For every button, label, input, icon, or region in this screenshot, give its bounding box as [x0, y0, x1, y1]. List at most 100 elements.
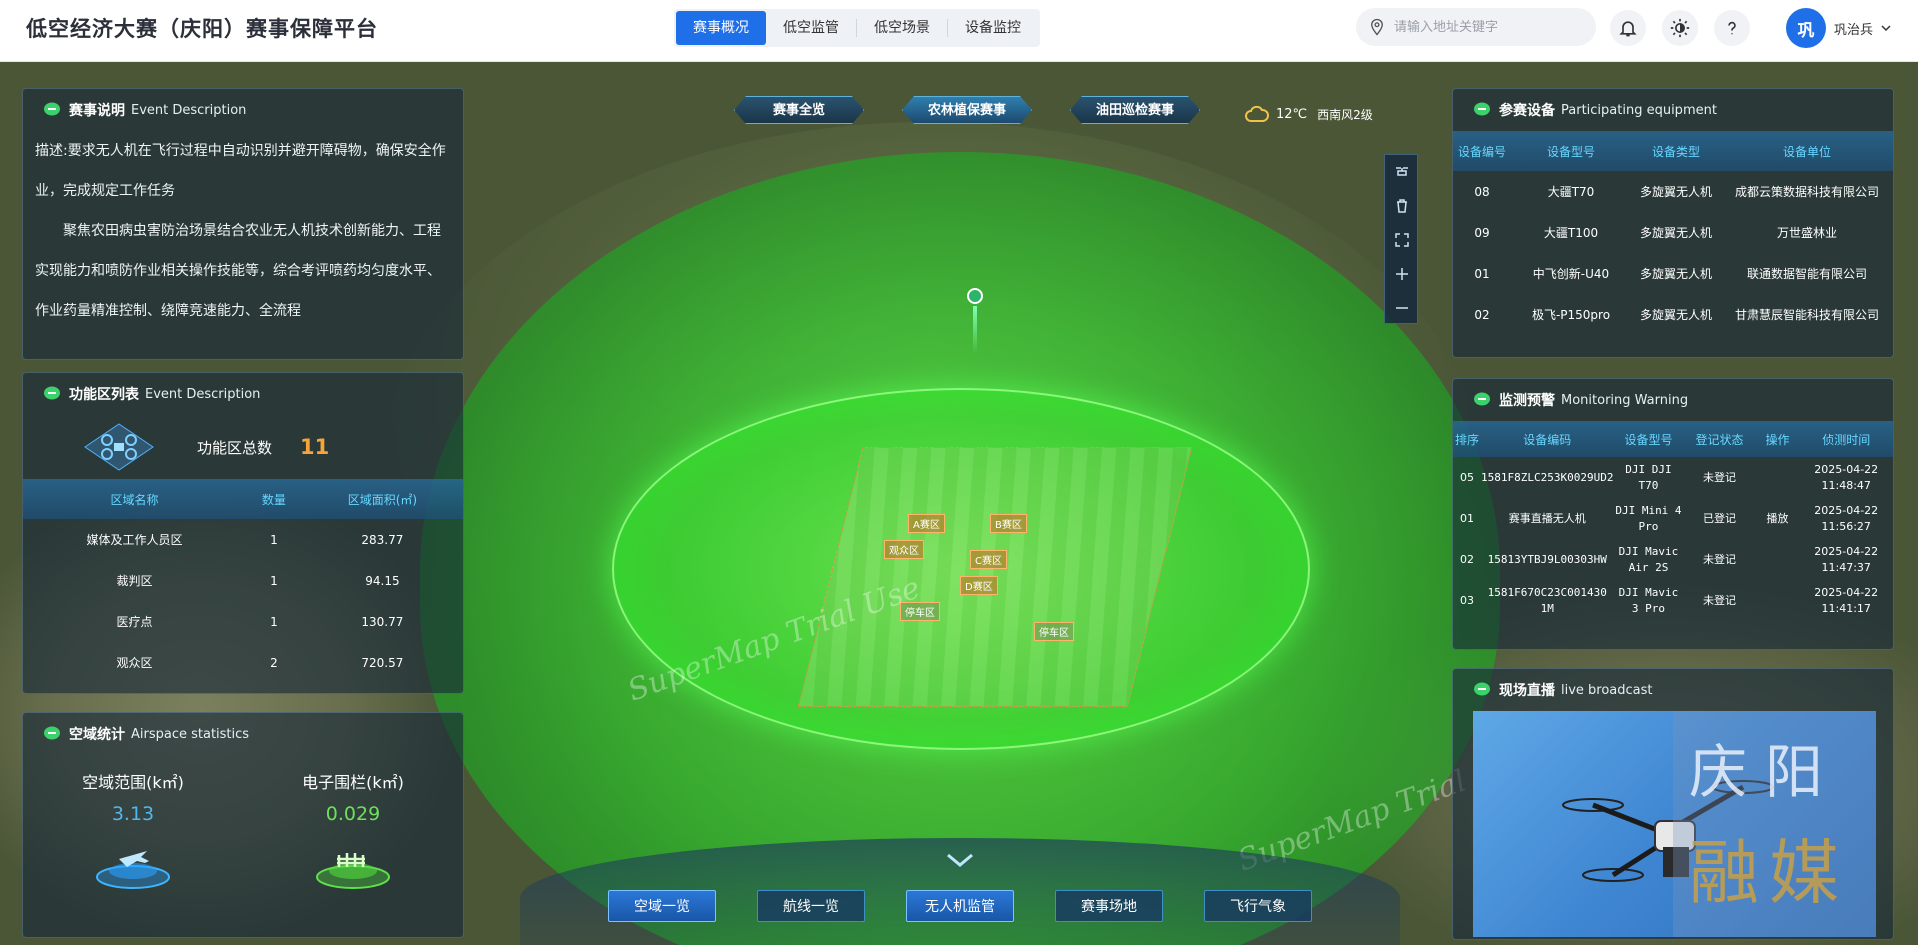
- table-row[interactable]: 01 赛事直播无人机 DJI Mini 4 Pro 已登记 播放 2025-04-22 1…: [1453, 498, 1893, 539]
- table-row[interactable]: 观众区 2 720.57: [23, 642, 463, 683]
- table-row[interactable]: 02 极飞-P150pro 多旋翼无人机 甘肃慧辰智能科技有限公司: [1453, 294, 1893, 335]
- map-toolbar: [1384, 154, 1418, 324]
- zone-label[interactable]: A赛区: [908, 514, 945, 533]
- column-header[interactable]: 区域面积(㎡): [301, 479, 463, 519]
- drone-tool-button[interactable]: [1385, 155, 1419, 189]
- column-header[interactable]: 侦测时间: [1799, 421, 1893, 457]
- fence-icon: [316, 853, 390, 889]
- electronic-fence-value: 0.029: [325, 803, 381, 825]
- electronic-fence-label: 电子围栏(k㎡): [302, 773, 404, 792]
- avatar: 巩: [1786, 8, 1826, 48]
- theme-icon: [1670, 18, 1690, 38]
- weather-info: 12℃ 西南风2级: [1244, 104, 1373, 124]
- function-zone-table: 区域名称 数量 区域面积(㎡) 媒体及工作人员区 1 283.77 裁判区 1 94.1…: [23, 479, 463, 683]
- signal-icon: [967, 288, 983, 304]
- panel-subtitle: Airspace statistics: [131, 726, 250, 742]
- fullscreen-icon: [1395, 233, 1409, 247]
- route-overview-button[interactable]: 航线一览: [757, 890, 865, 922]
- nav-tab-device[interactable]: 设备监控: [948, 11, 1038, 45]
- column-header[interactable]: 区域名称: [23, 479, 247, 519]
- live-video-player[interactable]: 庆阳 融媒: [1473, 711, 1876, 937]
- help-button[interactable]: [1714, 10, 1750, 46]
- scene-tab-oilfield[interactable]: 油田巡检赛事: [1070, 96, 1200, 124]
- notification-button[interactable]: [1610, 10, 1646, 46]
- fullscreen-tool-button[interactable]: [1385, 223, 1419, 257]
- top-header: 低空经济大赛（庆阳）赛事保障平台 赛事概况 低空监管 低空场景 设备监控 巩 巩…: [0, 0, 1918, 62]
- event-venue-button[interactable]: 赛事场地: [1055, 890, 1163, 922]
- event-description-panel: 赛事说明 Event Description 描述:要求无人机在飞行过程中自动识…: [22, 88, 464, 360]
- help-icon: [1728, 21, 1736, 35]
- column-header[interactable]: 设备编码: [1481, 421, 1614, 457]
- airspace-range-value: 3.13: [111, 803, 155, 825]
- bell-icon: [1619, 21, 1637, 37]
- function-zone-total: 11: [300, 435, 330, 459]
- description-paragraph: 描述:要求无人机在飞行过程中自动识别并避开障碍物，确保安全作业，完成规定工作任务: [35, 143, 446, 199]
- user-name: 巩治兵: [1834, 22, 1874, 38]
- table-row[interactable]: 02 15813YTBJ9L00303HW DJI Mavic Air 2S 未登记 2…: [1453, 539, 1893, 580]
- panel-title: 功能区列表: [69, 387, 139, 403]
- column-header[interactable]: 设备单位: [1721, 131, 1893, 171]
- column-header[interactable]: 设备型号: [1613, 421, 1684, 457]
- table-row[interactable]: 媒体及工作人员区 1 283.77: [23, 519, 463, 560]
- nav-tab-overview[interactable]: 赛事概况: [676, 11, 766, 45]
- equipment-table: 设备编号 设备型号 设备类型 设备单位 08 大疆T70 多旋翼无人机 成都云策数据科…: [1453, 131, 1893, 335]
- zone-label[interactable]: B赛区: [990, 514, 1027, 533]
- drone-signal-marker[interactable]: [962, 288, 988, 358]
- function-zone-summary: 功能区总数 11: [23, 415, 463, 479]
- speech-bubble-icon: [1474, 682, 1490, 696]
- panel-header: 现场直播 live broadcast: [1453, 669, 1893, 711]
- airspace-overview-button[interactable]: 空域一览: [608, 890, 716, 922]
- column-header[interactable]: 操作: [1755, 421, 1800, 457]
- user-menu[interactable]: 巩 巩治兵: [1786, 8, 1891, 48]
- column-header[interactable]: 设备类型: [1631, 131, 1721, 171]
- address-search[interactable]: [1356, 8, 1596, 46]
- speech-bubble-icon: [44, 726, 60, 740]
- zoom-in-button[interactable]: [1385, 257, 1419, 291]
- column-header[interactable]: 登记状态: [1683, 421, 1756, 457]
- scene-tab-agri[interactable]: 农林植保赛事: [902, 96, 1032, 124]
- airspace-range-label: 空域范围(k㎡): [82, 773, 184, 792]
- play-link[interactable]: 播放: [1755, 498, 1799, 539]
- monitoring-table: 排序 设备编码 设备型号 登记状态 操作 侦测时间 05 1581F8ZLC253…: [1453, 421, 1893, 621]
- live-overlay-text: 融媒: [1689, 832, 1849, 914]
- column-header[interactable]: 设备编号: [1453, 131, 1511, 171]
- nav-tab-scene[interactable]: 低空场景: [857, 11, 947, 45]
- theme-button[interactable]: [1662, 10, 1698, 46]
- table-row[interactable]: 01 中飞创新-U40 多旋翼无人机 联通数据智能有限公司: [1453, 253, 1893, 294]
- table-row[interactable]: 裁判区 1 94.15: [23, 560, 463, 601]
- main-nav: 赛事概况 低空监管 低空场景 设备监控: [674, 9, 1040, 47]
- column-header[interactable]: 排序: [1453, 421, 1481, 457]
- zone-label[interactable]: 停车区: [1034, 622, 1074, 641]
- drone-supervision-button[interactable]: 无人机监管: [906, 890, 1014, 922]
- table-row[interactable]: 09 大疆T100 多旋翼无人机 万世盛林业: [1453, 212, 1893, 253]
- chevron-down-icon[interactable]: [945, 852, 975, 870]
- column-header[interactable]: 数量: [246, 479, 302, 519]
- electronic-fence-stat: 电子围栏(k㎡) 0.029: [243, 755, 463, 891]
- panel-title: 监测预警: [1499, 393, 1555, 409]
- plane-icon: [96, 851, 170, 889]
- column-header[interactable]: 设备型号: [1511, 131, 1631, 171]
- table-row[interactable]: 08 大疆T70 多旋翼无人机 成都云策数据科技有限公司: [1453, 171, 1893, 212]
- search-input[interactable]: [1394, 19, 1574, 35]
- speech-bubble-icon: [44, 386, 60, 400]
- zoom-out-button[interactable]: [1385, 291, 1419, 325]
- table-row[interactable]: 03 1581F670C23C001430 1M DJI Mavic 3 Pro 未登…: [1453, 580, 1893, 621]
- nav-tab-supervision[interactable]: 低空监管: [766, 11, 856, 45]
- zone-label[interactable]: 观众区: [884, 540, 924, 559]
- function-zone-total-label: 功能区总数: [197, 438, 273, 457]
- table-row[interactable]: 05 1581F8ZLC253K0029UD2 DJI DJI T70 未登记 2025…: [1453, 457, 1893, 498]
- delete-tool-button[interactable]: [1385, 189, 1419, 223]
- scene-tab-overview[interactable]: 赛事全览: [734, 96, 864, 124]
- panel-title: 参赛设备: [1499, 103, 1555, 119]
- flight-weather-button[interactable]: 飞行气象: [1204, 890, 1312, 922]
- panel-title: 赛事说明: [69, 103, 125, 119]
- zone-label[interactable]: C赛区: [970, 550, 1007, 569]
- table-row[interactable]: 医疗点 1 130.77: [23, 601, 463, 642]
- panel-header: 监测预警 Monitoring Warning: [1453, 379, 1893, 421]
- panel-header: 赛事说明 Event Description: [23, 89, 463, 131]
- airspace-statistics-panel: 空域统计 Airspace statistics 空域范围(k㎡) 3.13 电…: [22, 712, 464, 938]
- panel-subtitle: live broadcast: [1561, 682, 1653, 698]
- drone-icon: [84, 423, 154, 471]
- panel-title: 现场直播: [1499, 683, 1555, 699]
- zone-label[interactable]: D赛区: [960, 576, 998, 595]
